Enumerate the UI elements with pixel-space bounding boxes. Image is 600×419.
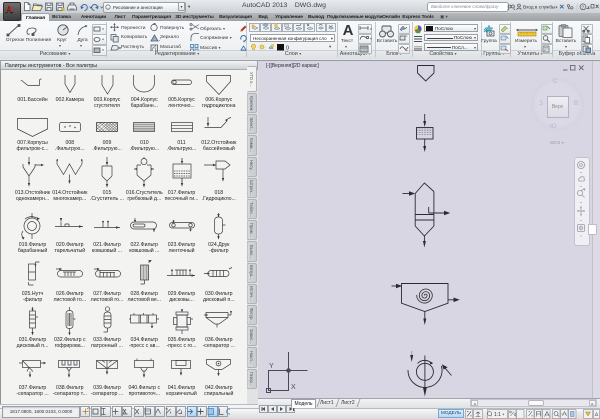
svg-text:Вход в службы: Вход в службы [523,5,556,10]
svg-text:▾: ▾ [503,412,505,416]
svg-text:1:1: 1:1 [494,412,501,418]
svg-text:▾: ▾ [556,4,558,9]
svg-text:?: ? [582,5,585,10]
svg-text:0: 0 [286,46,289,52]
